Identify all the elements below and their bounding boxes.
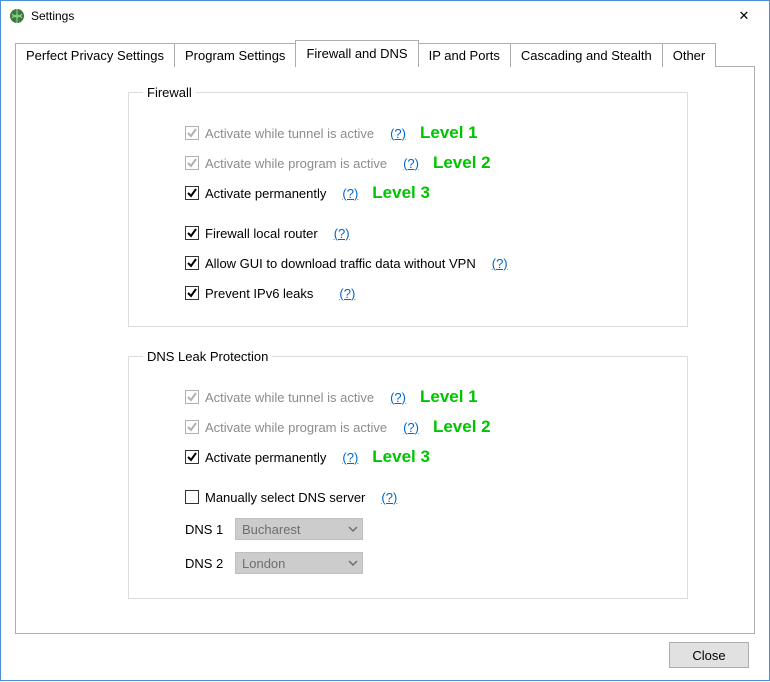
checkbox-dns-tunnel — [185, 390, 199, 404]
group-dns: DNS Leak Protection Activate while tunne… — [128, 349, 688, 599]
footer: Close — [15, 634, 755, 672]
chevron-down-icon — [348, 524, 358, 534]
help-dns-manual[interactable]: (?) — [381, 490, 397, 505]
tab-ip-ports[interactable]: IP and Ports — [418, 43, 511, 67]
help-dns-program[interactable]: (?) — [403, 420, 419, 435]
label-fw-tunnel: Activate while tunnel is active — [205, 126, 374, 141]
window-title: Settings — [31, 9, 721, 23]
checkbox-fw-program — [185, 156, 199, 170]
tab-firewall-dns[interactable]: Firewall and DNS — [295, 40, 418, 67]
dns1-select[interactable]: Bucharest — [235, 518, 363, 540]
checkbox-dns-permanent[interactable] — [185, 450, 199, 464]
tab-program-settings[interactable]: Program Settings — [174, 43, 296, 67]
checkbox-dns-program — [185, 420, 199, 434]
app-icon — [9, 8, 25, 24]
tabstrip: Perfect Privacy Settings Program Setting… — [15, 39, 755, 66]
group-dns-legend: DNS Leak Protection — [143, 349, 272, 364]
label-dns-manual[interactable]: Manually select DNS server — [205, 490, 365, 505]
dns2-label: DNS 2 — [185, 556, 235, 571]
titlebar: Settings ✕ — [1, 1, 769, 31]
annot-level2-dns: Level 2 — [433, 417, 491, 437]
checkbox-fw-tunnel — [185, 126, 199, 140]
annot-level1-fw: Level 1 — [420, 123, 478, 143]
checkbox-dns-manual[interactable] — [185, 490, 199, 504]
tab-other[interactable]: Other — [662, 43, 717, 67]
chevron-down-icon — [348, 558, 358, 568]
help-dns-tunnel[interactable]: (?) — [390, 390, 406, 405]
tab-perfect-privacy[interactable]: Perfect Privacy Settings — [15, 43, 175, 67]
checkbox-fw-local-router[interactable] — [185, 226, 199, 240]
label-fw-program: Activate while program is active — [205, 156, 387, 171]
help-dns-permanent[interactable]: (?) — [342, 450, 358, 465]
annot-level2-fw: Level 2 — [433, 153, 491, 173]
annot-level3-fw: Level 3 — [372, 183, 430, 203]
client-area: Perfect Privacy Settings Program Setting… — [1, 31, 769, 682]
help-fw-program[interactable]: (?) — [403, 156, 419, 171]
label-fw-permanent[interactable]: Activate permanently — [205, 186, 326, 201]
label-dns-program: Activate while program is active — [205, 420, 387, 435]
dns2-value: London — [242, 556, 285, 571]
annot-level1-dns: Level 1 — [420, 387, 478, 407]
help-fw-gui-traffic[interactable]: (?) — [492, 256, 508, 271]
annot-level3-dns: Level 3 — [372, 447, 430, 467]
label-fw-local-router[interactable]: Firewall local router — [205, 226, 318, 241]
checkbox-fw-gui-traffic[interactable] — [185, 256, 199, 270]
tab-cascading-stealth[interactable]: Cascading and Stealth — [510, 43, 663, 67]
dns2-select[interactable]: London — [235, 552, 363, 574]
settings-window: Settings ✕ Perfect Privacy Settings Prog… — [0, 0, 770, 681]
help-fw-local-router[interactable]: (?) — [334, 226, 350, 241]
group-firewall: Firewall Activate while tunnel is active… — [128, 85, 688, 327]
label-dns-permanent[interactable]: Activate permanently — [205, 450, 326, 465]
help-fw-ipv6[interactable]: (?) — [339, 286, 355, 301]
close-button[interactable]: Close — [669, 642, 749, 668]
window-close-button[interactable]: ✕ — [721, 1, 767, 31]
dns1-value: Bucharest — [242, 522, 301, 537]
checkbox-fw-ipv6[interactable] — [185, 286, 199, 300]
checkbox-fw-permanent[interactable] — [185, 186, 199, 200]
label-dns-tunnel: Activate while tunnel is active — [205, 390, 374, 405]
help-fw-permanent[interactable]: (?) — [342, 186, 358, 201]
help-fw-tunnel[interactable]: (?) — [390, 126, 406, 141]
label-fw-gui-traffic[interactable]: Allow GUI to download traffic data witho… — [205, 256, 476, 271]
dns1-label: DNS 1 — [185, 522, 235, 537]
label-fw-ipv6[interactable]: Prevent IPv6 leaks — [205, 286, 313, 301]
tabpanel-firewall-dns: Firewall Activate while tunnel is active… — [15, 66, 755, 634]
group-firewall-legend: Firewall — [143, 85, 196, 100]
